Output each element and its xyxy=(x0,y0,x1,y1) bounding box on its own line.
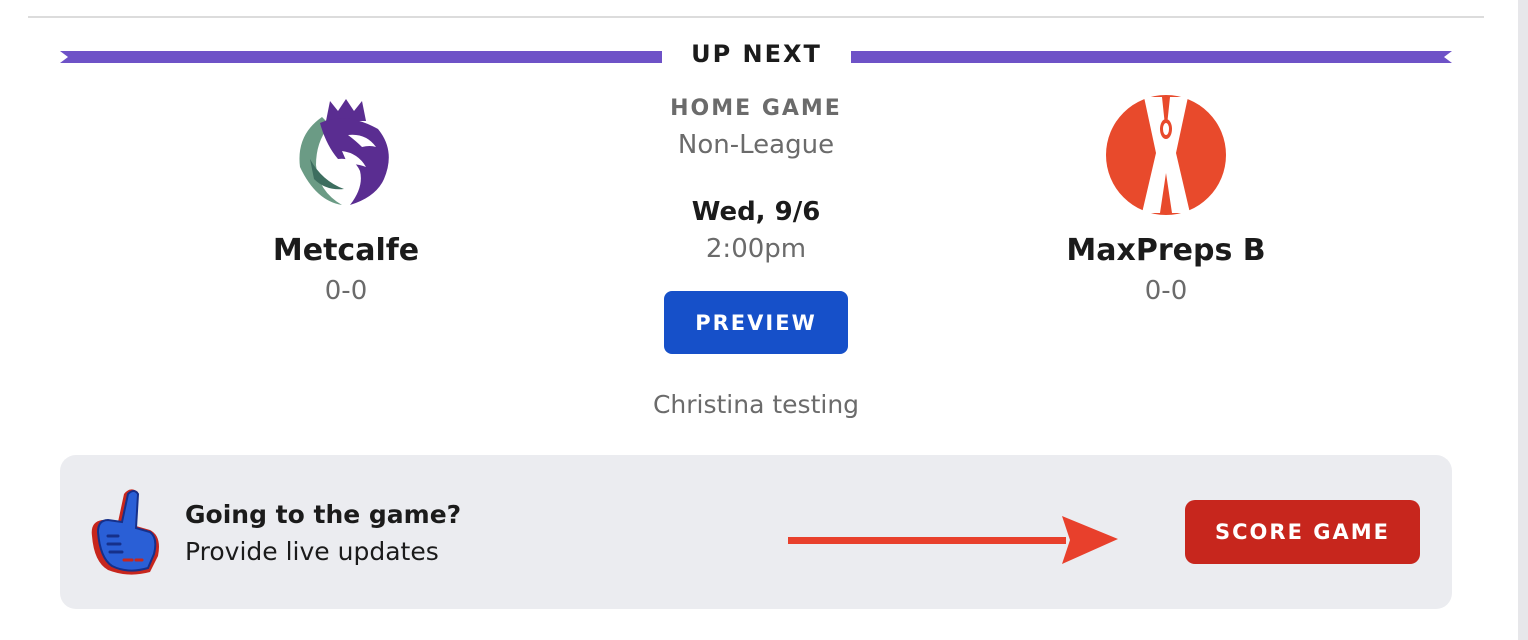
game-date: Wed, 9/6 xyxy=(691,197,821,227)
away-team[interactable]: MaxPreps B 0-0 xyxy=(1016,95,1316,306)
home-team-name: Metcalfe xyxy=(272,233,420,268)
preview-button[interactable]: PREVIEW xyxy=(664,291,848,354)
scrollbar-track[interactable] xyxy=(1518,0,1528,640)
away-team-name: MaxPreps B xyxy=(1066,233,1266,268)
banner-ribbon-left xyxy=(60,51,662,63)
game-time: 2:00pm xyxy=(705,234,807,264)
live-panel-title: Going to the game? xyxy=(185,500,462,529)
away-team-record: 0-0 xyxy=(1144,276,1188,306)
top-divider xyxy=(28,16,1484,18)
score-game-button[interactable]: SCORE GAME xyxy=(1185,500,1420,564)
banner-ribbon-right xyxy=(851,51,1452,63)
league-label: Non-League xyxy=(677,130,835,160)
game-note: Christina testing xyxy=(652,390,860,419)
red-arrow-icon xyxy=(788,516,1118,564)
home-team-record: 0-0 xyxy=(324,276,368,306)
live-panel-subtitle: Provide live updates xyxy=(185,537,439,566)
kings-lion-crest-icon xyxy=(294,99,398,209)
foam-finger-icon xyxy=(91,489,159,575)
home-team[interactable]: Metcalfe 0-0 xyxy=(196,95,496,306)
game-type-label: HOME GAME xyxy=(670,96,842,121)
up-next-heading: UP NEXT xyxy=(691,40,822,68)
maxpreps-x-icon xyxy=(1106,95,1226,215)
